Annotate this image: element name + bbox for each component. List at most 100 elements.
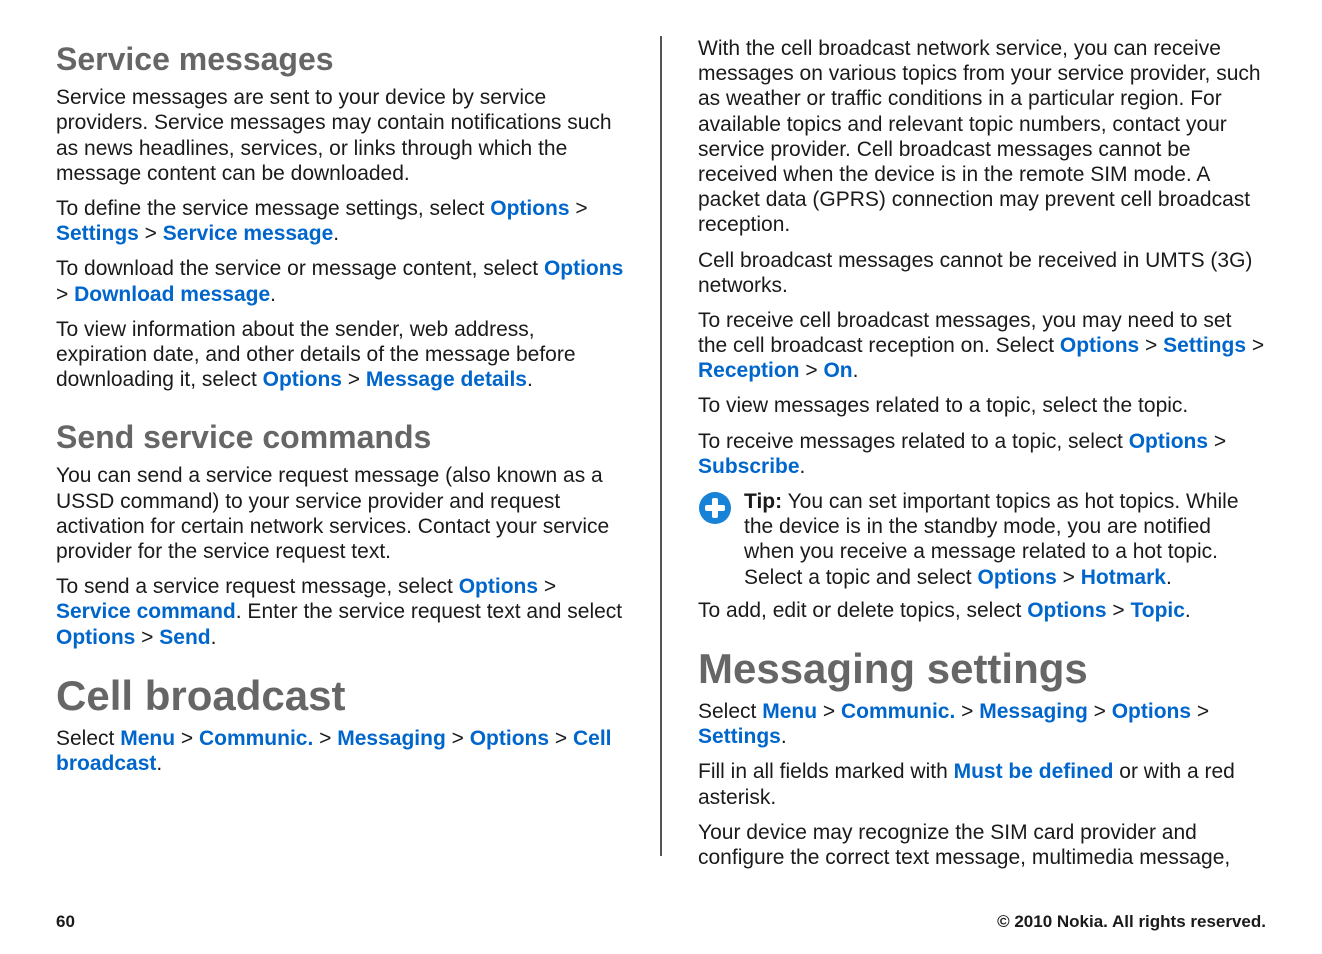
text: To receive messages related to a topic, …	[698, 430, 1129, 453]
nav-separator: >	[1208, 430, 1226, 453]
heading-cell-broadcast: Cell broadcast	[56, 674, 624, 718]
menu-path-settings: Settings	[698, 725, 781, 748]
text: . Enter the service request text and sel…	[236, 600, 622, 623]
menu-path-reception: Reception	[698, 359, 800, 382]
paragraph: Your device may recognize the SIM card p…	[698, 820, 1266, 870]
text: .	[333, 222, 339, 245]
menu-path-send: Send	[159, 626, 210, 649]
paragraph: Fill in all fields marked with Must be d…	[698, 759, 1266, 809]
menu-path-options: Options	[263, 368, 342, 391]
paragraph: With the cell broadcast network service,…	[698, 36, 1266, 238]
menu-path-menu: Menu	[762, 700, 817, 723]
text: Select	[56, 727, 120, 750]
nav-separator: >	[56, 283, 74, 306]
text: To add, edit or delete topics, select	[698, 599, 1027, 622]
menu-path-options: Options	[490, 197, 569, 220]
menu-path-service-message: Service message	[163, 222, 333, 245]
text: .	[1166, 566, 1172, 589]
left-column: Service messages Service messages are se…	[56, 36, 624, 856]
column-divider	[660, 36, 662, 856]
menu-path-options: Options	[1060, 334, 1139, 357]
nav-separator: >	[175, 727, 199, 750]
heading-send-service-commands: Send service commands	[56, 420, 624, 455]
copyright-text: © 2010 Nokia. All rights reserved.	[997, 912, 1266, 932]
tip-text: Tip: You can set important topics as hot…	[744, 489, 1266, 590]
paragraph: To view information about the sender, we…	[56, 317, 624, 393]
menu-path-hotmark: Hotmark	[1081, 566, 1166, 589]
tip-label: Tip:	[744, 490, 782, 513]
paragraph: Select Menu > Communic. > Messaging > Op…	[56, 726, 624, 776]
text: Fill in all fields marked with	[698, 760, 954, 783]
right-column: With the cell broadcast network service,…	[698, 36, 1266, 856]
paragraph: To define the service message settings, …	[56, 196, 624, 246]
menu-path-messaging: Messaging	[979, 700, 1088, 723]
nav-separator: >	[1139, 334, 1163, 357]
menu-path-on: On	[823, 359, 852, 382]
menu-path-communic: Communic.	[841, 700, 955, 723]
paragraph: Select Menu > Communic. > Messaging > Op…	[698, 699, 1266, 749]
nav-separator: >	[955, 700, 979, 723]
tip-icon	[698, 491, 732, 525]
menu-path-settings: Settings	[56, 222, 139, 245]
menu-path-communic: Communic.	[199, 727, 313, 750]
heading-service-messages: Service messages	[56, 42, 624, 77]
text: To send a service request message, selec…	[56, 575, 459, 598]
menu-path-options: Options	[544, 257, 623, 280]
nav-separator: >	[570, 197, 588, 220]
menu-path-topic: Topic	[1130, 599, 1184, 622]
nav-separator: >	[313, 727, 337, 750]
nav-separator: >	[817, 700, 841, 723]
nav-separator: >	[549, 727, 573, 750]
nav-separator: >	[1057, 566, 1081, 589]
nav-separator: >	[800, 359, 824, 382]
nav-separator: >	[139, 222, 163, 245]
menu-path-subscribe: Subscribe	[698, 455, 800, 478]
nav-separator: >	[135, 626, 159, 649]
menu-path-settings: Settings	[1163, 334, 1246, 357]
text: .	[800, 455, 806, 478]
text: .	[1185, 599, 1191, 622]
text: To download the service or message conte…	[56, 257, 544, 280]
menu-path-options: Options	[470, 727, 549, 750]
text: .	[270, 283, 276, 306]
menu-path-options: Options	[56, 626, 135, 649]
paragraph: To download the service or message conte…	[56, 256, 624, 306]
nav-separator: >	[1246, 334, 1264, 357]
paragraph: To view messages related to a topic, sel…	[698, 393, 1266, 418]
paragraph: Service messages are sent to your device…	[56, 85, 624, 186]
text: .	[527, 368, 533, 391]
menu-path-options: Options	[1129, 430, 1208, 453]
heading-messaging-settings: Messaging settings	[698, 647, 1266, 691]
menu-path-options: Options	[1112, 700, 1191, 723]
two-column-layout: Service messages Service messages are se…	[56, 36, 1266, 856]
nav-separator: >	[1107, 599, 1131, 622]
paragraph: To send a service request message, selec…	[56, 574, 624, 650]
nav-separator: >	[1088, 700, 1112, 723]
menu-path-options: Options	[1027, 599, 1106, 622]
text: .	[781, 725, 787, 748]
text: To define the service message settings, …	[56, 197, 490, 220]
nav-separator: >	[342, 368, 366, 391]
menu-path-options: Options	[459, 575, 538, 598]
page-number: 60	[56, 912, 75, 932]
paragraph: Cell broadcast messages cannot be receiv…	[698, 248, 1266, 298]
document-page: Service messages Service messages are se…	[0, 0, 1322, 954]
text: .	[211, 626, 217, 649]
nav-separator: >	[1191, 700, 1209, 723]
text: .	[853, 359, 859, 382]
nav-separator: >	[446, 727, 470, 750]
nav-separator: >	[538, 575, 556, 598]
menu-path-menu: Menu	[120, 727, 175, 750]
menu-path-messaging: Messaging	[337, 727, 446, 750]
menu-path-service-command: Service command	[56, 600, 236, 623]
page-footer: 60 © 2010 Nokia. All rights reserved.	[56, 912, 1266, 932]
text: Select	[698, 700, 762, 723]
paragraph: To receive cell broadcast messages, you …	[698, 308, 1266, 384]
menu-path-options: Options	[977, 566, 1056, 589]
paragraph: To add, edit or delete topics, select Op…	[698, 598, 1266, 623]
emphasis-must-be-defined: Must be defined	[954, 760, 1114, 783]
text: .	[156, 752, 162, 775]
tip-callout: Tip: You can set important topics as hot…	[698, 489, 1266, 590]
menu-path-message-details: Message details	[366, 368, 527, 391]
paragraph: You can send a service request message (…	[56, 463, 624, 564]
